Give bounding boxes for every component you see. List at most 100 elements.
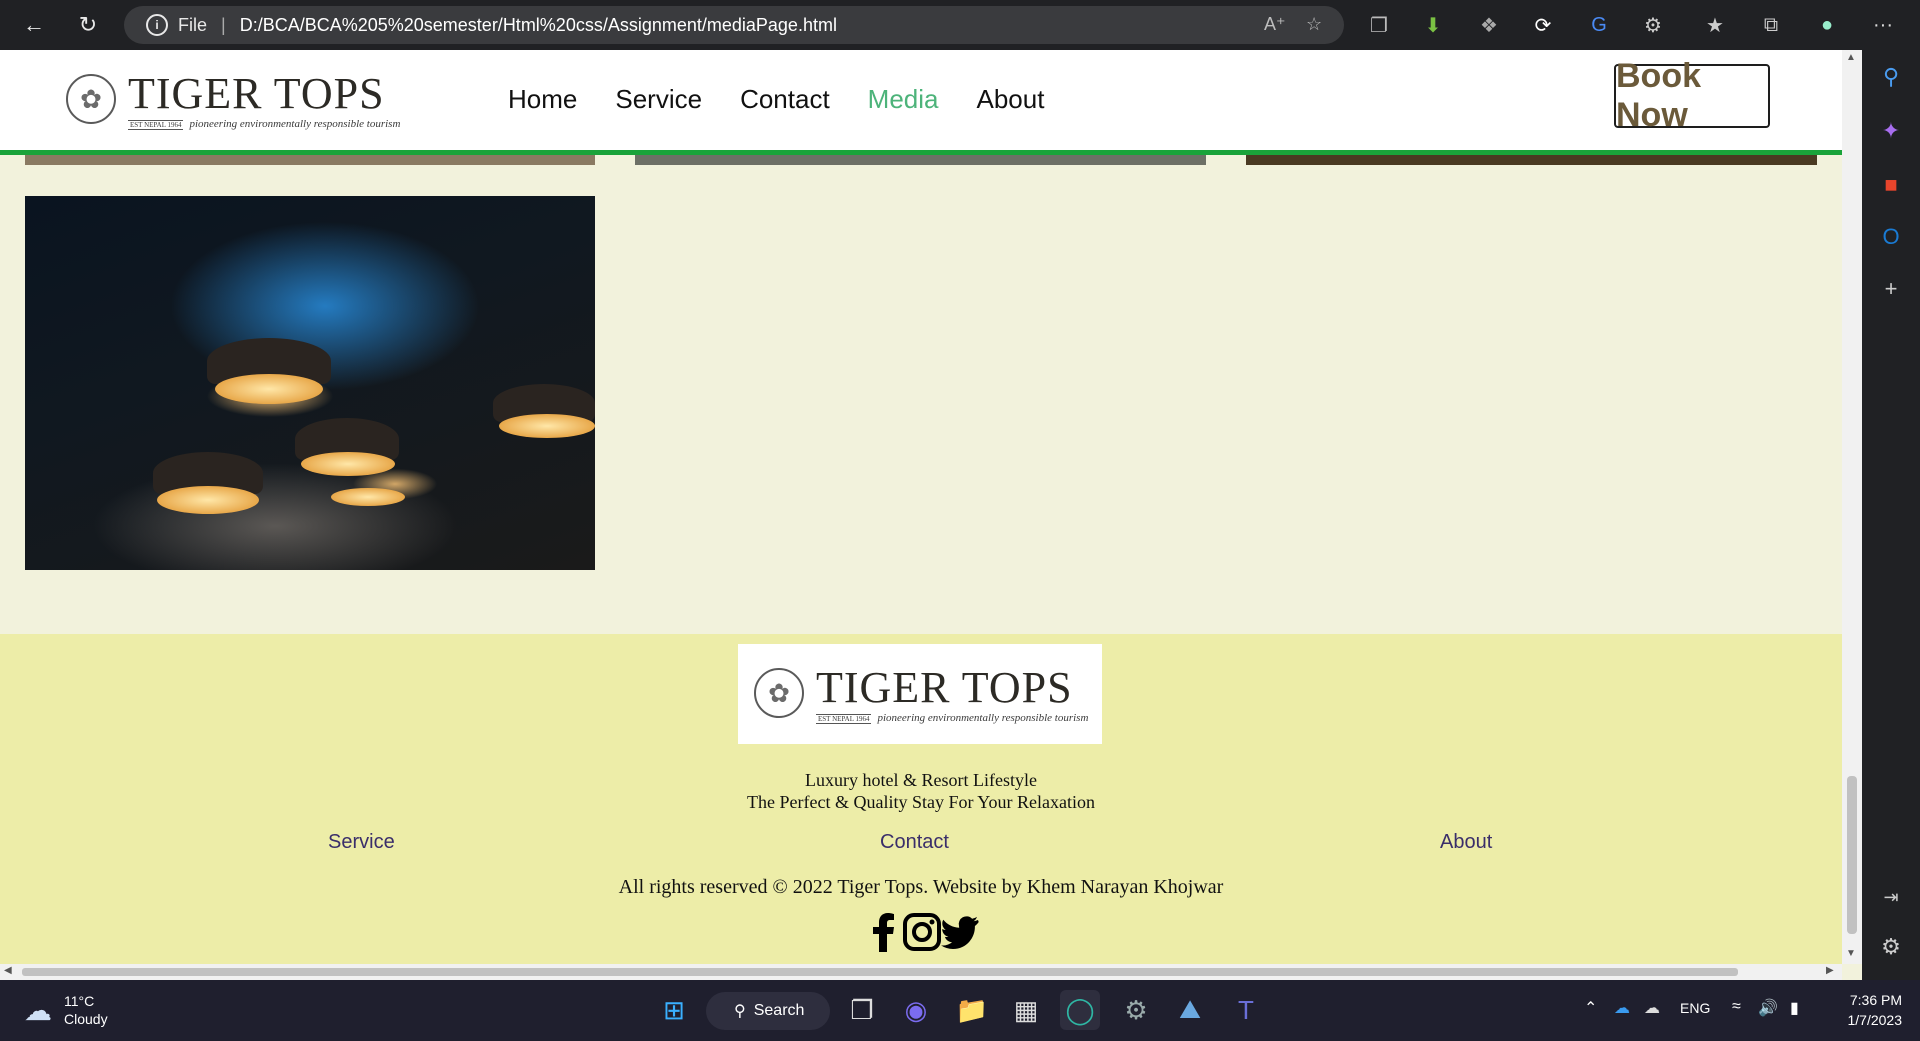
- instagram-icon[interactable]: [902, 912, 942, 952]
- nav-home[interactable]: Home: [508, 84, 577, 115]
- lamp-light: [215, 374, 323, 404]
- read-aloud-icon[interactable]: A⁺: [1264, 14, 1286, 35]
- footer-link-about[interactable]: About: [1440, 831, 1492, 854]
- tiger-emblem-icon: ✿: [66, 74, 116, 124]
- nav-service[interactable]: Service: [615, 84, 702, 115]
- sync-ext-icon[interactable]: ⟳: [1528, 10, 1558, 40]
- search-icon: ⚲: [734, 1003, 746, 1020]
- clock-time: 7:36 PM: [1849, 992, 1902, 1008]
- vertical-scroll-thumb[interactable]: [1847, 776, 1857, 934]
- translate-ext-icon[interactable]: G: [1584, 10, 1614, 40]
- add-favorite-icon[interactable]: ☆: [1306, 14, 1322, 35]
- windows-start-icon[interactable]: ⊞: [654, 990, 694, 1030]
- back-arrow-icon[interactable]: ←: [18, 10, 50, 40]
- add-icon[interactable]: +: [1876, 274, 1906, 304]
- extension-x-icon[interactable]: ❖: [1474, 10, 1504, 40]
- url-text[interactable]: D:/BCA/BCA%205%20semester/Html%20css/Ass…: [240, 15, 837, 36]
- taskbar-search[interactable]: ⚲ Search: [706, 992, 830, 1030]
- settings-app-icon[interactable]: ⚙: [1116, 990, 1156, 1030]
- weather-temperature: 11°C: [64, 993, 95, 1009]
- weather-widget[interactable]: ☁ 11°C Cloudy: [24, 992, 108, 1028]
- office-icon[interactable]: ■: [1876, 170, 1906, 200]
- nav-about[interactable]: About: [977, 84, 1045, 115]
- store-icon[interactable]: ▦: [1006, 990, 1046, 1030]
- site-logo[interactable]: ✿ TIGER TOPS EST NEPAL 1964 pioneering en…: [66, 68, 400, 132]
- nav-contact[interactable]: Contact: [740, 84, 830, 115]
- search-label: Search: [753, 1002, 805, 1019]
- main-menu: Home Service Contact Media About: [508, 84, 1044, 115]
- scroll-down-arrow-icon[interactable]: ▼: [1846, 948, 1856, 959]
- book-now-button[interactable]: Book Now: [1614, 57, 1770, 134]
- sidebar-hide-icon[interactable]: ⇥: [1876, 882, 1906, 912]
- cloud-sync-icon[interactable]: ☁: [1644, 998, 1660, 1018]
- footer-link-service[interactable]: Service: [328, 831, 395, 854]
- footer-logo-tagline-text: pioneering environmentally responsible t…: [877, 712, 1089, 724]
- address-separator: |: [221, 14, 226, 35]
- search-icon[interactable]: ⚲: [1876, 62, 1906, 92]
- system-clock[interactable]: 7:36 PM 1/7/2023: [1830, 990, 1903, 1030]
- teams-icon[interactable]: T: [1226, 990, 1266, 1030]
- show-hidden-icons-icon[interactable]: ⌃: [1584, 998, 1597, 1018]
- clock-date: 1/7/2023: [1847, 1012, 1903, 1028]
- logo-title: TIGER TOPS: [128, 69, 385, 118]
- address-bar[interactable]: i File | D:/BCA/BCA%205%20semester/Html%…: [124, 6, 1344, 44]
- scroll-up-arrow-icon[interactable]: ▲: [1846, 52, 1856, 63]
- footer-tagline-1: Luxury hotel & Resort Lifestyle: [805, 770, 1037, 790]
- language-indicator[interactable]: ENG: [1680, 1000, 1710, 1016]
- cloud-icon: ☁: [24, 994, 52, 1026]
- more-menu-icon[interactable]: ···: [1868, 10, 1898, 40]
- outlook-icon[interactable]: O: [1876, 222, 1906, 252]
- collections-icon[interactable]: ⧉: [1756, 10, 1786, 40]
- site-navbar: ✿ TIGER TOPS EST NEPAL 1964 pioneering en…: [0, 50, 1842, 155]
- photos-app-icon[interactable]: ⛰: [1170, 990, 1210, 1030]
- lamp-light: [157, 486, 259, 514]
- refresh-icon[interactable]: ↻: [72, 10, 104, 40]
- footer-logo-mark: ✿ TIGER TOPS EST NEPAL 1964 pioneering en…: [754, 662, 1088, 726]
- battery-icon[interactable]: ▮: [1790, 998, 1799, 1018]
- footer-link-contact[interactable]: Contact: [880, 831, 949, 854]
- settings-gear-icon[interactable]: ⚙: [1876, 932, 1906, 962]
- footer-logo[interactable]: ✿ TIGER TOPS EST NEPAL 1964 pioneering en…: [738, 644, 1102, 744]
- edge-browser-icon[interactable]: ◯: [1060, 990, 1100, 1030]
- chat-icon[interactable]: ◉: [896, 990, 936, 1030]
- scroll-left-arrow-icon[interactable]: ◀: [4, 965, 12, 976]
- web-page: ✿ TIGER TOPS EST NEPAL 1964 pioneering en…: [0, 50, 1842, 964]
- site-footer: ✿ TIGER TOPS EST NEPAL 1964 pioneering en…: [0, 634, 1842, 964]
- copilot-icon[interactable]: ✦: [1876, 116, 1906, 146]
- nav-media[interactable]: Media: [868, 84, 939, 115]
- vertical-scrollbar[interactable]: ▲ ▼: [1842, 50, 1862, 964]
- download-ext-icon[interactable]: ⬇: [1418, 10, 1448, 40]
- horizontal-scrollbar[interactable]: ◀ ▶: [0, 964, 1842, 980]
- volume-icon[interactable]: 🔊: [1758, 998, 1778, 1018]
- scroll-right-arrow-icon[interactable]: ▶: [1826, 965, 1834, 976]
- file-explorer-icon[interactable]: 📁: [952, 990, 992, 1030]
- lamp-light: [499, 414, 595, 438]
- footer-logo-est: EST NEPAL 1964: [816, 714, 872, 724]
- logo-tagline-text: pioneering environmentally responsible t…: [189, 118, 401, 130]
- gallery-image-partial: [1246, 155, 1817, 165]
- gallery-image-lamps[interactable]: [25, 196, 595, 570]
- favorites-icon[interactable]: ★: [1700, 10, 1730, 40]
- copyright-text: All rights reserved © 2022 Tiger Tops. W…: [618, 876, 1224, 898]
- extensions-icon[interactable]: ⚙: [1638, 10, 1668, 40]
- lamp-light: [331, 488, 405, 506]
- horizontal-scroll-thumb[interactable]: [22, 968, 1738, 976]
- windows-taskbar: ☁ 11°C Cloudy ⊞ ⚲ Search ❐ ◉ 📁 ▦ ◯ ⚙ ⛰ T…: [0, 980, 1920, 1041]
- collections-ext-icon[interactable]: ❐: [1364, 10, 1394, 40]
- onedrive-icon[interactable]: ☁: [1614, 998, 1630, 1018]
- file-label: File: [178, 14, 208, 35]
- profile-avatar[interactable]: ●: [1812, 10, 1842, 40]
- browser-toolbar: ← ↻ i File | D:/BCA/BCA%205%20semester/H…: [0, 0, 1920, 50]
- weather-info: 11°C Cloudy: [64, 992, 108, 1028]
- weather-condition: Cloudy: [64, 1011, 108, 1027]
- info-icon[interactable]: i: [146, 14, 168, 36]
- wifi-icon[interactable]: ≈: [1732, 998, 1741, 1016]
- logo-tagline: EST NEPAL 1964 pioneering environmentally…: [128, 118, 400, 130]
- tiger-emblem-icon: ✿: [754, 668, 804, 718]
- task-view-icon[interactable]: ❐: [842, 990, 882, 1030]
- facebook-icon[interactable]: [864, 912, 904, 952]
- edge-sidebar: ⚲ ✦ ■ O + ⇥ ⚙: [1862, 50, 1920, 980]
- footer-logo-title: TIGER TOPS: [816, 663, 1073, 712]
- twitter-icon[interactable]: [940, 912, 980, 952]
- footer-logo-tagline: EST NEPAL 1964 pioneering environmentally…: [816, 712, 1088, 724]
